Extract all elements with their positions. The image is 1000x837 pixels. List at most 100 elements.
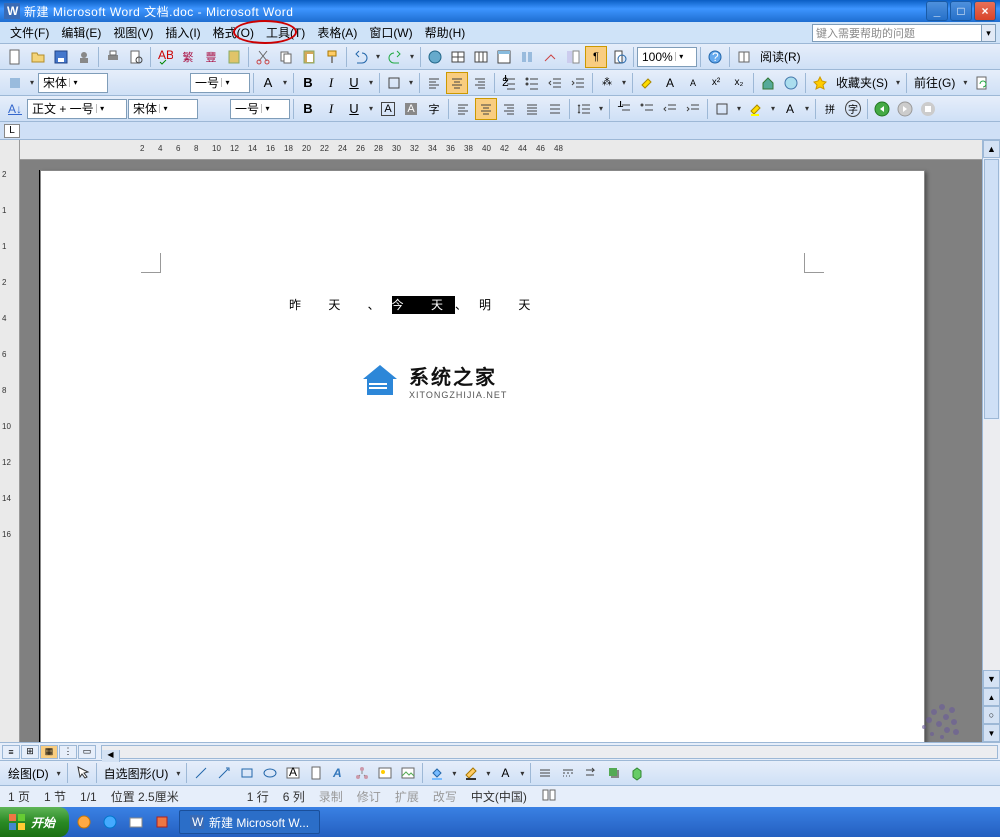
zoom-combo[interactable]: 100%▾ bbox=[637, 47, 697, 67]
align-right2-icon[interactable] bbox=[498, 98, 520, 120]
distribute-icon[interactable] bbox=[544, 98, 566, 120]
help-icon[interactable]: ? bbox=[704, 46, 726, 68]
scroll-up-icon[interactable]: ▲ bbox=[983, 140, 1000, 158]
horizontal-scrollbar[interactable]: ◀ bbox=[101, 745, 998, 759]
browse-object-icon[interactable]: ○ bbox=[983, 706, 1000, 724]
tables-borders-icon[interactable] bbox=[447, 46, 469, 68]
align-left2-icon[interactable] bbox=[452, 98, 474, 120]
quicklaunch-3[interactable] bbox=[125, 811, 147, 833]
numbering2-icon[interactable]: 1 bbox=[613, 98, 635, 120]
close-button[interactable]: × bbox=[974, 1, 996, 21]
align-right-icon[interactable] bbox=[469, 72, 491, 94]
char-highlight-icon[interactable]: 字 bbox=[423, 98, 445, 120]
font-grow-icon[interactable]: A bbox=[659, 72, 681, 94]
stop-nav-icon[interactable] bbox=[917, 98, 939, 120]
maximize-button[interactable]: □ bbox=[950, 1, 972, 21]
highlight2-icon[interactable] bbox=[745, 98, 767, 120]
columns-icon[interactable] bbox=[516, 46, 538, 68]
align-center-icon[interactable] bbox=[446, 72, 468, 94]
italic-icon[interactable]: I bbox=[320, 72, 342, 94]
bullets-icon[interactable] bbox=[521, 72, 543, 94]
align-left-icon[interactable] bbox=[423, 72, 445, 94]
redo-icon[interactable] bbox=[384, 46, 406, 68]
print-view-icon[interactable]: ▦ bbox=[40, 745, 58, 759]
font-color2-icon[interactable]: A bbox=[494, 762, 516, 784]
underline2-icon[interactable]: U bbox=[343, 98, 365, 120]
prev-page-icon[interactable]: ▲ bbox=[983, 688, 1000, 706]
hyperlink-icon[interactable] bbox=[424, 46, 446, 68]
autoshapes-menu[interactable]: 自选图形(U) bbox=[100, 765, 173, 782]
excel-icon[interactable] bbox=[493, 46, 515, 68]
char-border-icon[interactable]: A bbox=[377, 98, 399, 120]
font-shrink-icon[interactable]: A bbox=[682, 72, 704, 94]
dash-style-icon[interactable] bbox=[557, 762, 579, 784]
help-search-input[interactable] bbox=[812, 24, 982, 42]
menu-table[interactable]: 表格(A) bbox=[311, 22, 363, 43]
fill-color-icon[interactable] bbox=[426, 762, 448, 784]
copy-icon[interactable] bbox=[275, 46, 297, 68]
font-combo-2[interactable]: 宋体▾ bbox=[128, 99, 198, 119]
undo-dropdown[interactable]: ▾ bbox=[373, 52, 383, 61]
open-icon[interactable] bbox=[27, 46, 49, 68]
select-objects-icon[interactable] bbox=[71, 762, 93, 784]
bold-icon[interactable]: B bbox=[297, 72, 319, 94]
char-scale-icon[interactable]: ⁂ bbox=[596, 72, 618, 94]
line-icon[interactable] bbox=[190, 762, 212, 784]
new-doc-icon[interactable] bbox=[4, 46, 26, 68]
outline-view-icon[interactable]: ⋮ bbox=[59, 745, 77, 759]
rectangle-icon[interactable] bbox=[236, 762, 258, 784]
start-button[interactable]: 开始 bbox=[0, 807, 69, 837]
drawing-toggle-icon[interactable] bbox=[539, 46, 561, 68]
taskbar-word-item[interactable]: W 新建 Microsoft W... bbox=[179, 810, 320, 834]
menu-help[interactable]: 帮助(H) bbox=[419, 22, 472, 43]
paste-icon[interactable] bbox=[298, 46, 320, 68]
status-language[interactable]: 中文(中国) bbox=[471, 788, 527, 805]
research-icon[interactable] bbox=[223, 46, 245, 68]
menu-edit[interactable]: 编辑(E) bbox=[55, 22, 107, 43]
style-combo[interactable]: 正文 + 一号▾ bbox=[27, 99, 127, 119]
document-text[interactable]: 昨 天 、今 天、明 天 bbox=[289, 283, 542, 317]
trad-simp-icon[interactable]: 繁 bbox=[177, 46, 199, 68]
docmap-icon[interactable] bbox=[562, 46, 584, 68]
scroll-thumb[interactable] bbox=[984, 159, 999, 419]
favorites-icon[interactable] bbox=[809, 72, 831, 94]
status-overwrite[interactable]: 改写 bbox=[433, 788, 457, 805]
chinese-layout-icon[interactable] bbox=[4, 72, 26, 94]
enclose-icon[interactable]: 字 bbox=[842, 98, 864, 120]
align-center2-icon[interactable] bbox=[475, 98, 497, 120]
redo-dropdown[interactable]: ▾ bbox=[407, 52, 417, 61]
border-icon[interactable] bbox=[383, 72, 405, 94]
italic2-icon[interactable]: I bbox=[320, 98, 342, 120]
cut-icon[interactable] bbox=[252, 46, 274, 68]
char-shading-icon[interactable]: A bbox=[400, 98, 422, 120]
normal-view-icon[interactable]: ≡ bbox=[2, 745, 20, 759]
shadow-icon[interactable] bbox=[603, 762, 625, 784]
help-search-dropdown[interactable]: ▾ bbox=[982, 24, 996, 42]
undo-icon[interactable] bbox=[350, 46, 372, 68]
scroll-down-icon[interactable]: ▼ bbox=[983, 670, 1000, 688]
bold2-icon[interactable]: B bbox=[297, 98, 319, 120]
oval-icon[interactable] bbox=[259, 762, 281, 784]
font-color-icon[interactable]: A bbox=[779, 98, 801, 120]
bullets2-icon[interactable] bbox=[636, 98, 658, 120]
menu-window[interactable]: 窗口(W) bbox=[363, 22, 418, 43]
fontsize-combo-2[interactable]: 一号▾ bbox=[230, 99, 290, 119]
vertical-scrollbar[interactable]: ▲ ▼ ▲ ○ ▼ bbox=[982, 140, 1000, 742]
next-page-icon[interactable]: ▼ bbox=[983, 724, 1000, 742]
justify-icon[interactable] bbox=[521, 98, 543, 120]
quicklaunch-4[interactable] bbox=[151, 811, 173, 833]
clipart-icon[interactable] bbox=[374, 762, 396, 784]
menu-tools[interactable]: 工具(T) bbox=[260, 22, 311, 43]
subscript-icon[interactable]: x₂ bbox=[728, 72, 750, 94]
line-style-icon[interactable] bbox=[534, 762, 556, 784]
fwd-nav-icon[interactable] bbox=[894, 98, 916, 120]
minimize-button[interactable]: _ bbox=[926, 1, 948, 21]
read-button[interactable]: 阅读(R) bbox=[756, 48, 805, 65]
gridlines-icon[interactable] bbox=[608, 46, 630, 68]
numbering-icon[interactable]: 12 bbox=[498, 72, 520, 94]
format-painter-icon[interactable] bbox=[321, 46, 343, 68]
menu-insert[interactable]: 插入(I) bbox=[159, 22, 206, 43]
highlight-icon[interactable] bbox=[636, 72, 658, 94]
border2-icon[interactable] bbox=[711, 98, 733, 120]
fontsize-combo-1[interactable]: 一号▾ bbox=[190, 73, 250, 93]
